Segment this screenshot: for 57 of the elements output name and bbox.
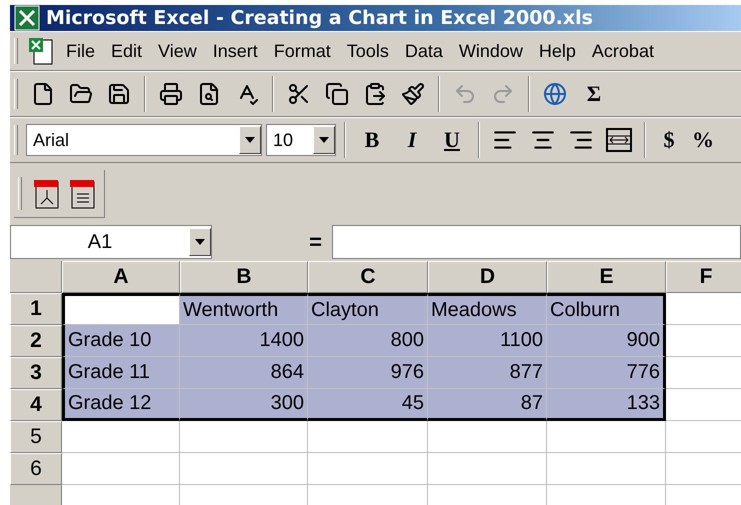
font-size-dropdown[interactable]: 10 [266,124,336,156]
menu-item[interactable]: Edit [105,38,148,64]
table-cell: 877 [428,357,547,389]
table-cell: Meadows [428,293,547,325]
bold-button[interactable]: B [354,123,390,157]
table-cell: 133 [547,389,666,421]
currency-button[interactable]: $ [654,123,684,157]
name-box[interactable]: A1 [10,225,212,259]
column-header[interactable]: F [666,261,741,293]
table-cell: Wentworth [180,293,308,325]
row-header[interactable]: 5 [10,421,62,453]
table-cell: 776 [547,357,666,389]
formula-input-field[interactable] [332,225,741,259]
menu-item[interactable]: View [152,38,203,64]
table-cell: Grade 12 [62,389,180,421]
column-header[interactable]: E [547,261,666,293]
italic-button[interactable]: I [394,123,430,157]
autosum-button[interactable]: Σ [576,77,612,111]
underline-button[interactable]: U [434,123,470,157]
table-cell: Grade 10 [62,325,180,357]
menu-item[interactable]: Tools [340,38,395,64]
table-cell: 1100 [428,325,547,357]
row-header[interactable]: 1 [10,293,62,325]
menu-item[interactable]: Acrobat [586,38,660,64]
row-header[interactable]: 4 [10,389,62,421]
caret-icon [245,137,255,143]
select-all-button[interactable] [10,261,62,293]
column-header[interactable]: C [308,261,428,293]
table-cell: Grade 11 [62,357,180,389]
menu-item[interactable]: Data [398,38,449,64]
table-cell: 800 [308,325,428,357]
table-cell: 900 [547,325,666,357]
equals-sign: = [308,228,323,256]
table-cell: 1400 [180,325,308,357]
row-header[interactable]: 6 [10,453,62,485]
menu-item[interactable]: Insert [206,38,264,64]
font-dropdown[interactable]: Arial [26,124,262,156]
window-title: Microsoft Excel - Creating a Chart in Excel 2000.xls [46,7,593,29]
menu-item[interactable]: Window [452,38,529,64]
table-cell: Clayton [308,293,428,325]
table-cell: Colburn [547,293,666,325]
row-header[interactable]: 3 [10,357,62,389]
column-header[interactable]: A [62,261,180,293]
menu-item[interactable]: File [60,38,102,64]
table-cell: 87 [428,389,547,421]
percent-button[interactable]: % [688,123,718,157]
menu-item[interactable]: Format [268,38,337,64]
table-cell: 976 [308,357,428,389]
caret-icon [319,137,329,143]
column-header[interactable]: D [428,261,547,293]
column-header[interactable]: B [180,261,308,293]
table-cell: 45 [308,389,428,421]
table-cell: 300 [180,389,308,421]
menu-item[interactable]: Help [532,38,582,64]
table-cell: 864 [180,357,308,389]
caret-icon [195,239,205,245]
row-header[interactable]: 2 [10,325,62,357]
